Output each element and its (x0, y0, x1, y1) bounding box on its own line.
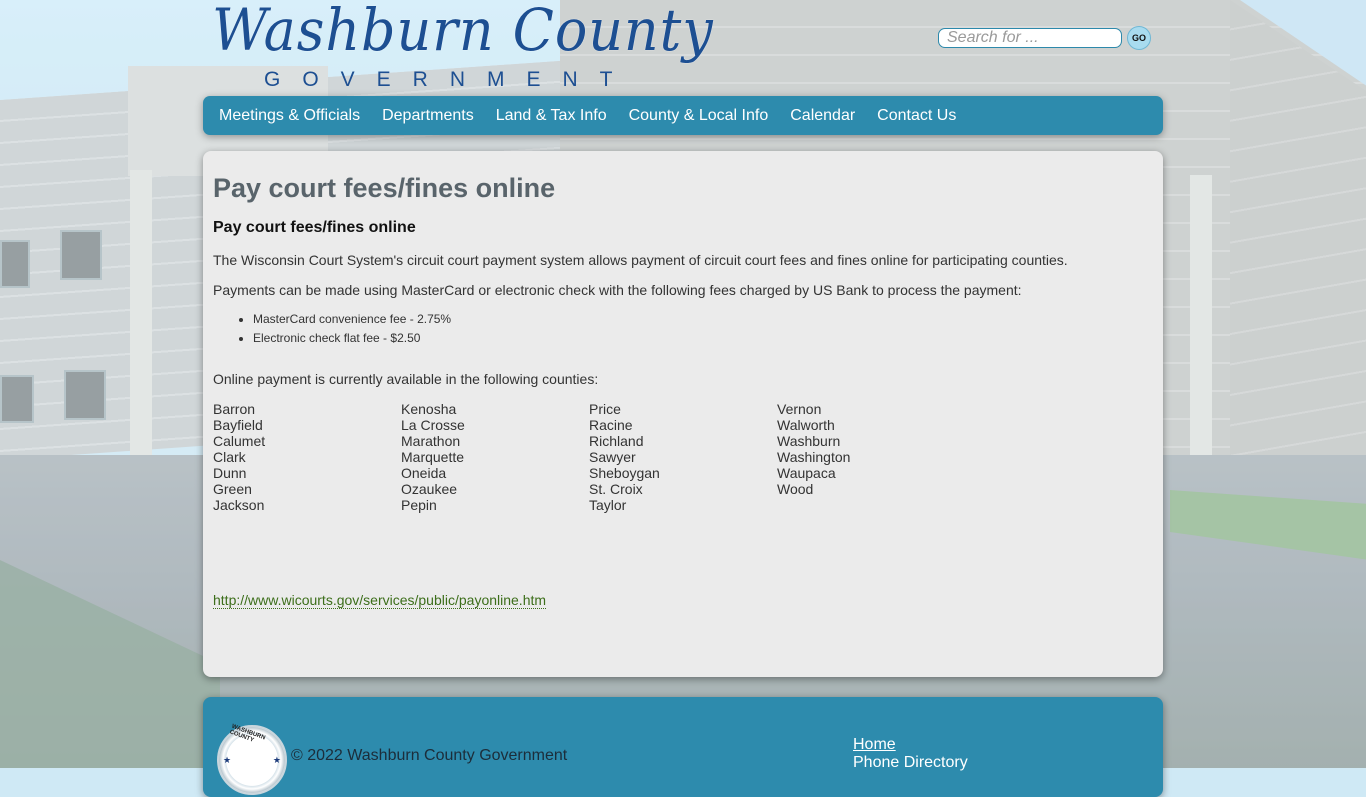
county-item: Sawyer (589, 449, 636, 465)
county-item: Jackson (213, 497, 265, 513)
seal-text: WASHBURN COUNTY (228, 723, 266, 744)
section-heading: Pay court fees/fines online (213, 219, 416, 236)
county-item: Marathon (401, 433, 461, 449)
logo-subtitle: GOVERNMENT (264, 68, 635, 91)
counties-column: Kenosha La Crosse Marathon Marquette One… (401, 401, 589, 513)
county-item: Wood (777, 481, 814, 497)
footer-link-phone-directory[interactable]: Phone Directory (853, 754, 968, 772)
footer-links: Home Phone Directory (853, 736, 968, 772)
county-item: Kenosha (401, 401, 457, 417)
search-go-button[interactable]: GO (1127, 26, 1151, 50)
counties-intro: Online payment is currently available in… (213, 371, 599, 387)
county-item: Price (589, 401, 621, 417)
county-item: Washburn (777, 433, 841, 449)
counties-column: Price Racine Richland Sawyer Sheboygan S… (589, 401, 777, 513)
county-item: Oneida (401, 465, 447, 481)
county-item: Barron (213, 401, 256, 417)
site-footer: WASHBURN COUNTY ★ ★ © 2022 Washburn Coun… (203, 697, 1163, 797)
county-seal-logo: WASHBURN COUNTY ★ ★ (217, 723, 287, 795)
county-item: Richland (589, 433, 644, 449)
county-item: La Crosse (401, 417, 465, 433)
star-icon: ★ (272, 755, 281, 765)
nav-county-local-info[interactable]: County & Local Info (618, 107, 780, 125)
logo-script-text: Washburn County (212, 0, 714, 64)
main-nav: Meetings & Officials Departments Land & … (203, 96, 1163, 135)
county-item: Dunn (213, 465, 247, 481)
counties-column: Barron Bayfield Calumet Clark Dunn Green… (213, 401, 401, 513)
county-item: Sheboygan (589, 465, 660, 481)
county-item: Green (213, 481, 252, 497)
payments-paragraph: Payments can be made using MasterCard or… (213, 282, 1022, 298)
county-item: Vernon (777, 401, 822, 417)
county-item: St. Croix (589, 481, 643, 497)
county-item: Taylor (589, 497, 627, 513)
search-input[interactable] (938, 28, 1122, 48)
nav-land-tax-info[interactable]: Land & Tax Info (485, 107, 618, 125)
footer-link-home[interactable]: Home (853, 736, 968, 754)
fee-item: MasterCard convenience fee - 2.75% (253, 310, 1153, 329)
copyright-text: © 2022 Washburn County Government (291, 747, 568, 764)
intro-paragraph: The Wisconsin Court System's circuit cou… (213, 252, 1068, 268)
fee-item: Electronic check flat fee - $2.50 (253, 329, 1153, 348)
nav-contact-us[interactable]: Contact Us (866, 107, 967, 125)
county-item: Racine (589, 417, 633, 433)
content-panel: Pay court fees/fines online Pay court fe… (203, 151, 1163, 677)
site-logo[interactable]: Washburn County GOVERNMENT (212, 0, 713, 94)
page-title: Pay court fees/fines online (213, 173, 556, 203)
county-item: Pepin (401, 497, 437, 513)
county-item: Calumet (213, 433, 266, 449)
counties-column: Vernon Walworth Washburn Washington Waup… (777, 401, 965, 513)
county-item: Bayfield (213, 417, 263, 433)
nav-meetings-officials[interactable]: Meetings & Officials (208, 107, 371, 125)
nav-calendar[interactable]: Calendar (779, 107, 866, 125)
wicourts-payonline-link[interactable]: http://www.wicourts.gov/services/public/… (213, 592, 547, 609)
search-form: GO (938, 26, 1151, 50)
county-item: Marquette (401, 449, 465, 465)
counties-grid: Barron Bayfield Calumet Clark Dunn Green… (213, 401, 1153, 513)
nav-departments[interactable]: Departments (371, 107, 485, 125)
county-item: Clark (213, 449, 246, 465)
fee-list: MasterCard convenience fee - 2.75% Elect… (213, 310, 1153, 348)
county-item: Washington (777, 449, 851, 465)
county-item: Waupaca (777, 465, 836, 481)
star-icon: ★ (223, 755, 232, 765)
county-item: Ozaukee (401, 481, 458, 497)
county-item: Walworth (777, 417, 835, 433)
